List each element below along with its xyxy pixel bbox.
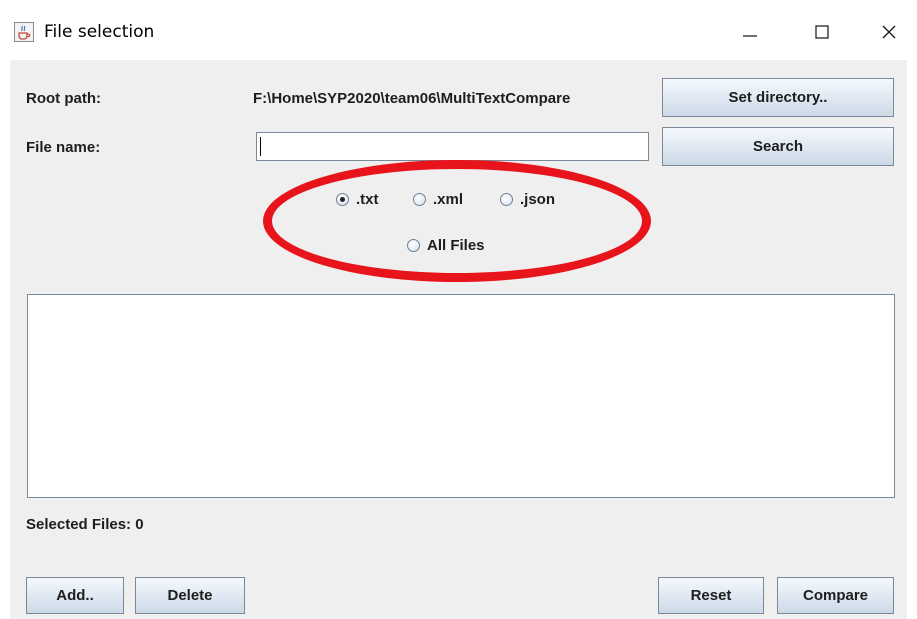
radio-json-label: .json bbox=[520, 190, 556, 208]
compare-button[interactable]: Compare bbox=[777, 577, 894, 614]
minimize-icon bbox=[743, 35, 757, 37]
reset-button[interactable]: Reset bbox=[658, 577, 764, 614]
radio-unselected-icon bbox=[407, 238, 420, 252]
radio-txt-label: .txt bbox=[356, 190, 379, 208]
maximize-button[interactable] bbox=[794, 10, 850, 54]
radio-all-files-label: All Files bbox=[427, 236, 485, 254]
radio-unselected-icon bbox=[500, 192, 513, 206]
selected-files-count: 0 bbox=[135, 516, 144, 533]
radio-xml-label: .xml bbox=[433, 190, 464, 208]
radio-unselected-icon bbox=[413, 192, 426, 206]
window-title: File selection bbox=[44, 22, 155, 42]
java-coffee-icon bbox=[14, 22, 34, 42]
maximize-icon bbox=[815, 25, 829, 39]
minimize-button[interactable] bbox=[722, 10, 778, 54]
set-directory-button[interactable]: Set directory.. bbox=[662, 78, 894, 117]
dialog-content: Root path: F:\Home\SYP2020\team06\MultiT… bbox=[10, 60, 907, 619]
radio-xml[interactable]: .xml bbox=[413, 188, 463, 210]
selected-files-status: Selected Files: 0 bbox=[26, 516, 144, 533]
delete-button[interactable]: Delete bbox=[135, 577, 245, 614]
radio-all-files[interactable]: All Files bbox=[407, 234, 485, 256]
add-button[interactable]: Add.. bbox=[26, 577, 124, 614]
root-path-label: Root path: bbox=[26, 90, 101, 107]
selected-files-list[interactable] bbox=[27, 294, 895, 498]
close-icon bbox=[882, 25, 896, 39]
root-path-value: F:\Home\SYP2020\team06\MultiTextCompare bbox=[253, 90, 571, 107]
red-highlight-ellipse bbox=[263, 160, 651, 282]
radio-selected-icon bbox=[336, 192, 349, 206]
selected-files-label: Selected Files: bbox=[26, 516, 132, 533]
title-bar: File selection bbox=[0, 0, 917, 60]
radio-json[interactable]: .json bbox=[500, 188, 555, 210]
search-button[interactable]: Search bbox=[662, 127, 894, 166]
radio-txt[interactable]: .txt bbox=[336, 188, 379, 210]
close-button[interactable] bbox=[861, 10, 917, 54]
text-caret bbox=[260, 137, 261, 156]
file-name-input[interactable] bbox=[256, 132, 649, 161]
file-name-label: File name: bbox=[26, 139, 101, 156]
